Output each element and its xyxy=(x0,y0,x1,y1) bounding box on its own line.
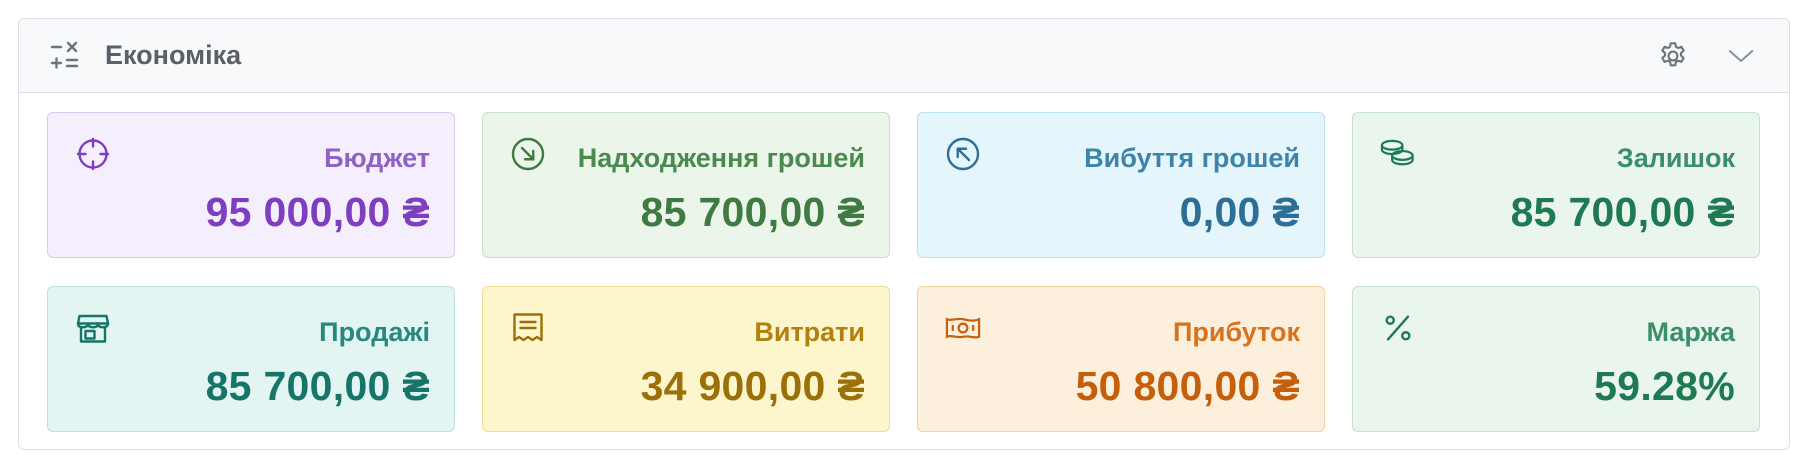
balance-card: Залишок 85 700,00 ₴ xyxy=(1352,112,1760,258)
card-label: Вибуття грошей xyxy=(1084,143,1300,173)
card-label: Витрати xyxy=(754,317,865,347)
card-label: Прибуток xyxy=(1172,317,1300,347)
arrow-down-right-circle-icon xyxy=(509,135,547,173)
sales-card: Продажі 85 700,00 ₴ xyxy=(47,286,455,432)
card-value: 85 700,00 ₴ xyxy=(205,363,430,409)
card-label: Маржа xyxy=(1646,317,1735,347)
card-value: 34 900,00 ₴ xyxy=(640,363,865,409)
panel-header: Економіка xyxy=(19,19,1789,93)
receipt-icon xyxy=(509,309,547,347)
cash-outflow-card: Вибуття грошей 0,00 ₴ xyxy=(917,112,1325,258)
gear-icon xyxy=(1657,40,1689,72)
card-label: Залишок xyxy=(1616,143,1735,173)
chevron-down-icon xyxy=(1726,41,1756,71)
collapse-button[interactable] xyxy=(1723,38,1759,74)
card-label: Продажі xyxy=(319,317,430,347)
expenses-card: Витрати 34 900,00 ₴ xyxy=(482,286,890,432)
economics-panel: Економіка Бюджет 95 000,00 ₴ Надходження… xyxy=(18,18,1790,450)
budget-card: Бюджет 95 000,00 ₴ xyxy=(47,112,455,258)
profit-card: Прибуток 50 800,00 ₴ xyxy=(917,286,1325,432)
cash-inflow-card: Надходження грошей 85 700,00 ₴ xyxy=(482,112,890,258)
card-value: 50 800,00 ₴ xyxy=(1075,363,1300,409)
card-value: 59.28% xyxy=(1594,363,1735,409)
cash-icon xyxy=(944,309,982,347)
card-label: Надходження грошей xyxy=(577,143,865,173)
shop-icon xyxy=(74,309,112,347)
card-value: 85 700,00 ₴ xyxy=(640,189,865,235)
calculator-operations-icon xyxy=(49,40,81,72)
header-actions xyxy=(1655,38,1759,74)
metrics-grid: Бюджет 95 000,00 ₴ Надходження грошей 85… xyxy=(47,112,1760,432)
settings-button[interactable] xyxy=(1655,38,1691,74)
card-value: 95 000,00 ₴ xyxy=(205,189,430,235)
card-value: 85 700,00 ₴ xyxy=(1510,189,1735,235)
coins-icon xyxy=(1379,135,1417,173)
crosshair-icon xyxy=(74,135,112,173)
panel-title: Економіка xyxy=(105,40,242,70)
margin-card: Маржа 59.28% xyxy=(1352,286,1760,432)
card-value: 0,00 ₴ xyxy=(1179,189,1300,235)
card-label: Бюджет xyxy=(324,143,430,173)
percent-icon xyxy=(1379,309,1417,347)
arrow-up-left-circle-icon xyxy=(944,135,982,173)
